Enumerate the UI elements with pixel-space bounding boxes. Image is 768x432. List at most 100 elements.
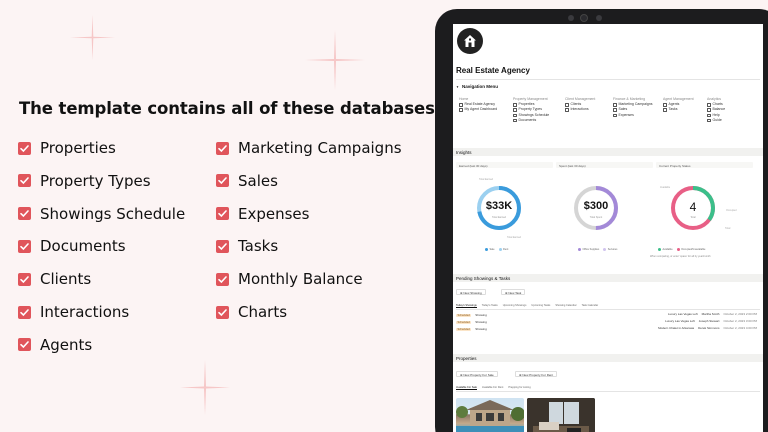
spent-gauge: $300 Total Spent [572, 184, 620, 232]
page-icon [707, 113, 711, 118]
view-tab[interactable]: Prepping for Listing [508, 386, 530, 390]
nav-column-heading: Home [459, 97, 469, 101]
nav-link[interactable]: Interactions [565, 107, 595, 112]
nav-column-heading: Finance & Marketing [613, 97, 646, 101]
sparkle-decoration [305, 30, 365, 90]
nav-link[interactable]: My Agent Dashboard [459, 107, 497, 112]
status-badge: Scheduled [456, 327, 472, 331]
database-item: Clients [18, 270, 91, 288]
page-icon [459, 108, 463, 112]
checkbox-checked-icon [216, 272, 229, 286]
table-row[interactable]: Scheduled Showing Luxury Las Vegas Loft Jos… [456, 319, 760, 325]
checkbox-checked-icon [216, 141, 229, 155]
view-tab[interactable]: Available For Sale [456, 386, 478, 390]
checkbox-checked-icon [18, 141, 31, 155]
page-icon [459, 103, 463, 107]
camera-dot [568, 15, 574, 21]
checkbox-checked-icon [18, 272, 31, 286]
nav-link[interactable]: Documents [513, 118, 549, 123]
view-tab[interactable]: Available For Rent [482, 386, 503, 390]
page-icon [613, 108, 617, 112]
nav-column-heading: Property Management [513, 97, 548, 101]
view-tab[interactable]: Showing Calendar [555, 304, 576, 308]
table-row[interactable]: Scheduled Showing Modern Chalet in Arkansa… [456, 326, 760, 332]
properties-heading: Properties [453, 354, 763, 362]
view-tab[interactable]: Today's Showings [456, 304, 477, 308]
view-tab[interactable]: Today's Tasks [482, 304, 498, 308]
checkbox-checked-icon [18, 338, 31, 352]
database-item: Expenses [216, 205, 309, 223]
view-tab[interactable]: Upcoming Tasks [531, 304, 550, 308]
nav-link[interactable]: Guide [707, 118, 725, 123]
nav-column: Client Management Clients Interactions [565, 97, 595, 113]
nav-column-heading: Analytics [707, 97, 722, 101]
sparkle-decoration [180, 360, 230, 415]
triangle-down-icon: ▼ [456, 84, 459, 89]
checkbox-checked-icon [216, 207, 229, 221]
checkbox-checked-icon [216, 305, 229, 319]
page-icon [513, 118, 517, 123]
navigation-toggle[interactable]: ▼ Navigation Menu [456, 84, 498, 89]
status-gauge: 4 Total [669, 184, 717, 232]
camera-lens [580, 14, 588, 22]
page-title: Real Estate Agency [456, 66, 530, 75]
database-item: Documents [18, 237, 126, 255]
camera-dot [596, 15, 602, 21]
spent-legend: Office Supplies Services [578, 248, 617, 251]
database-item: Showings Schedule [18, 205, 185, 223]
database-item: Charts [216, 303, 287, 321]
nav-column: Agent Management Agents Tasks [663, 97, 694, 113]
checkbox-checked-icon [18, 239, 31, 253]
earned-gauge: $33K Total Earned [475, 184, 523, 232]
checkbox-checked-icon [18, 207, 31, 221]
page-icon [513, 103, 517, 107]
database-item: Interactions [18, 303, 129, 321]
databases-heading: The template contains all of these datab… [19, 99, 442, 118]
database-item: Properties [18, 139, 116, 157]
status-badge: Scheduled [456, 320, 472, 324]
kpi-spent: Spent (last 30 days) [556, 162, 653, 168]
nav-column: Analytics Charts Balance Help Guide [707, 97, 725, 123]
checkbox-checked-icon [216, 239, 229, 253]
nav-link[interactable]: Expenses [613, 113, 653, 118]
pending-heading: Pending Showings & Tasks [453, 274, 763, 282]
page-icon [565, 108, 569, 112]
nav-link[interactable]: Tasks [663, 107, 694, 112]
nav-column: Home Real Estate Agency My Agent Dashboard [459, 97, 497, 113]
new-sale-property-button[interactable]: ⊕ New Property For Sale [456, 371, 498, 377]
sparkle-decoration [70, 15, 115, 60]
page-icon [613, 113, 617, 118]
view-tab[interactable]: Task Calendar [582, 304, 599, 308]
page-icon [663, 103, 667, 107]
page-icon [513, 113, 517, 118]
page-icon [565, 103, 569, 107]
house-logo-icon [457, 28, 483, 54]
notion-screen: Real Estate Agency ▼ Navigation Menu Home… [453, 24, 763, 432]
new-task-button[interactable]: ⊕ New Task [501, 289, 526, 295]
page-icon [707, 103, 711, 107]
property-photo-villa[interactable] [456, 398, 524, 432]
new-showing-button[interactable]: ⊕ New Showing [456, 289, 486, 295]
page-icon [707, 108, 711, 112]
page-icon [513, 108, 517, 112]
checkbox-checked-icon [18, 174, 31, 188]
view-tab[interactable]: Upcoming Showings [503, 304, 527, 308]
nav-column-heading: Agent Management [663, 97, 694, 101]
insights-note: When comparing, or enter 'space' for all… [650, 255, 711, 258]
nav-column: Property Management Properties Property Ty… [513, 97, 549, 123]
database-item: Marketing Campaigns [216, 139, 402, 157]
status-legend: Available Occupied/Unavailable [658, 248, 705, 251]
database-item: Property Types [18, 172, 151, 190]
page-icon [707, 118, 711, 123]
kpi-status: Current Property Status [656, 162, 753, 168]
checkbox-checked-icon [18, 305, 31, 319]
table-row[interactable]: Scheduled Showing Luxury Las Vegas Loft Mar… [456, 312, 760, 318]
new-rent-property-button[interactable]: ⊕ New Property For Rent [515, 371, 558, 377]
database-item: Agents [18, 336, 92, 354]
property-photo-interior[interactable] [527, 398, 595, 432]
database-item: Sales [216, 172, 278, 190]
insights-heading: Insights [453, 148, 763, 156]
nav-column-heading: Client Management [565, 97, 596, 101]
page-icon [613, 103, 617, 107]
database-item: Monthly Balance [216, 270, 363, 288]
